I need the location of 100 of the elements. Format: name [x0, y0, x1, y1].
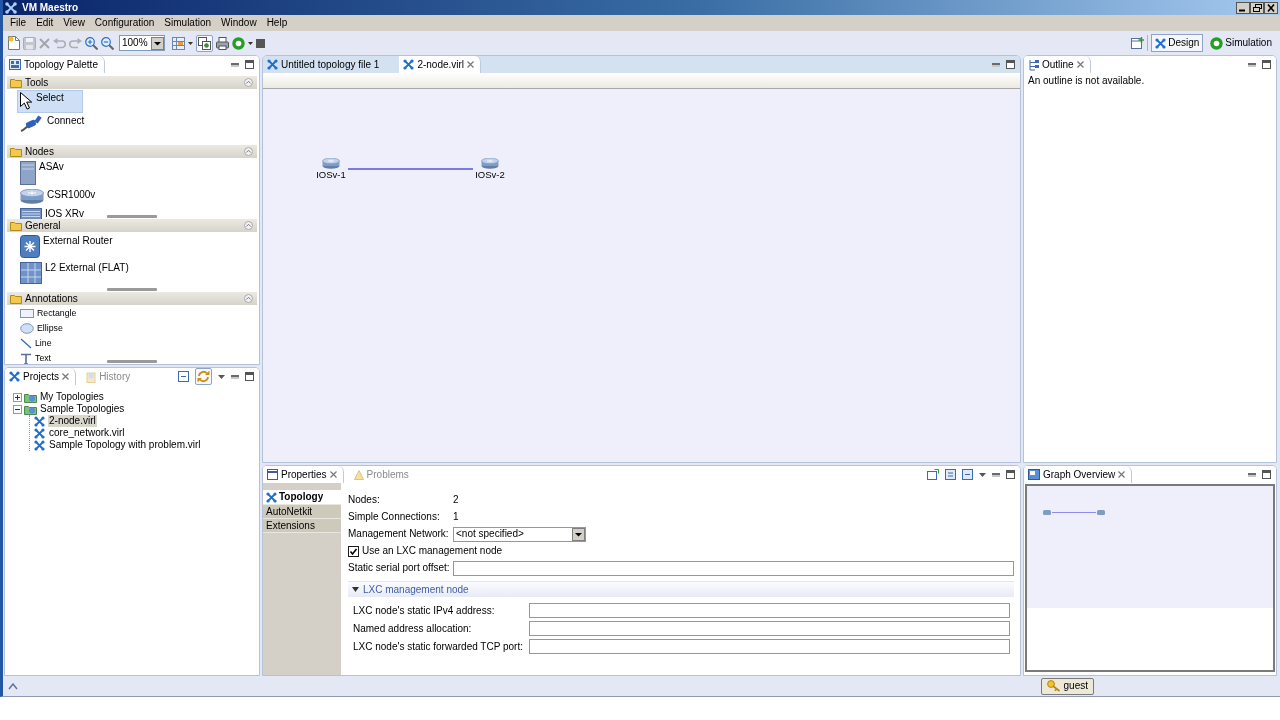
router-icon[interactable]: [481, 158, 499, 169]
network-icon: [1155, 37, 1167, 49]
palette-item[interactable]: Connect: [17, 113, 104, 134]
palette-item[interactable]: Line: [17, 336, 59, 351]
fast-view-icon[interactable]: [8, 682, 18, 690]
menu-item[interactable]: File: [5, 17, 32, 29]
section-tab[interactable]: Topology: [263, 490, 341, 505]
chevron-icon[interactable]: [244, 221, 253, 230]
zoom-out-icon[interactable]: [101, 36, 114, 50]
new-file-icon[interactable]: [8, 36, 20, 50]
drawer-header[interactable]: Tools: [7, 76, 257, 89]
maximize-icon[interactable]: [1006, 470, 1015, 479]
drawer-title: Annotations: [25, 292, 79, 305]
checkbox[interactable]: [348, 545, 359, 557]
palette-item[interactable]: ASAv: [17, 159, 83, 187]
node-label: IOSv-1: [316, 170, 346, 180]
view-menu-icon[interactable]: [218, 374, 225, 379]
text-field[interactable]: [528, 639, 1010, 654]
menu-item[interactable]: Simulation: [159, 17, 217, 29]
caret-icon[interactable]: [248, 41, 253, 45]
caret-icon[interactable]: [188, 41, 193, 45]
drawer-title: General: [25, 219, 62, 232]
maximize-icon[interactable]: [245, 372, 254, 381]
network-icon: [34, 427, 45, 439]
palette-item[interactable]: Rectangle: [17, 306, 84, 321]
drawer-header[interactable]: Annotations: [7, 292, 257, 305]
menu-item[interactable]: Configuration: [89, 17, 160, 29]
drawer-header[interactable]: General: [7, 219, 257, 232]
close-icon[interactable]: [1264, 1, 1278, 14]
stop-icon[interactable]: [256, 38, 265, 48]
zoom-select[interactable]: 100%: [119, 35, 165, 51]
maximize-icon[interactable]: [1262, 60, 1271, 69]
expand-all-icon[interactable]: [945, 469, 956, 480]
palette-item[interactable]: Text: [17, 351, 59, 364]
scrollbar-thumb[interactable]: [107, 360, 157, 363]
menu-item[interactable]: View: [58, 17, 90, 29]
view-menu-icon[interactable]: [979, 472, 986, 477]
tree-item[interactable]: My Topologies: [39, 391, 105, 403]
menu-item[interactable]: Edit: [31, 17, 59, 29]
maximize-icon[interactable]: [1006, 60, 1015, 69]
plus-icon[interactable]: [13, 392, 22, 402]
tree-item[interactable]: 2-node.virl: [48, 415, 97, 427]
sync-icon[interactable]: [195, 368, 212, 385]
printer-icon[interactable]: [216, 36, 229, 50]
palette-item[interactable]: L2 External (FLAT): [17, 260, 148, 286]
collapse-all-icon[interactable]: [178, 371, 189, 382]
user-button[interactable]: guest: [1040, 677, 1094, 695]
chevron-icon[interactable]: [244, 294, 253, 303]
minimize-icon[interactable]: [1236, 1, 1250, 14]
minus-icon[interactable]: [13, 404, 22, 414]
router-icon: [1043, 510, 1051, 515]
section-tab[interactable]: Extensions: [263, 519, 341, 533]
palette-item[interactable]: External Router: [17, 233, 132, 260]
triangle-icon[interactable]: [352, 587, 359, 592]
line-icon: [20, 338, 32, 349]
maximize-icon[interactable]: [245, 60, 254, 69]
restore-icon[interactable]: [1250, 1, 1264, 14]
drawer-header[interactable]: Nodes: [7, 145, 257, 158]
scrollbar-thumb[interactable]: [107, 215, 157, 218]
folder-icon: [10, 220, 22, 231]
text-field[interactable]: [528, 621, 1010, 636]
view-tab[interactable]: Untitled topology file 1: [263, 56, 394, 73]
maximize-icon[interactable]: [1262, 470, 1271, 479]
dropdown-field[interactable]: <not specified>: [453, 526, 586, 542]
perspective-button[interactable]: Simulation: [1206, 34, 1276, 52]
view-tab[interactable]: Problems: [349, 466, 415, 483]
drawer-title: Nodes: [25, 145, 55, 158]
view-tab[interactable]: Projects: [5, 368, 77, 385]
menu-item[interactable]: Help: [261, 17, 293, 29]
field-label: LXC node's static forwarded TCP port:: [353, 640, 523, 653]
menu-item[interactable]: Window: [216, 17, 262, 29]
palette-item[interactable]: CSR1000v: [17, 187, 115, 206]
chevron-icon[interactable]: [244, 147, 253, 156]
section-tab[interactable]: AutoNetkit: [263, 505, 341, 519]
window-plus-icon[interactable]: [1131, 37, 1145, 49]
palette-item[interactable]: IOS XRv: [17, 206, 103, 219]
network-icon: [9, 371, 20, 382]
view-tab[interactable]: Graph Overview: [1024, 466, 1133, 483]
view-tab[interactable]: Outline: [1024, 56, 1091, 73]
text-field[interactable]: [528, 603, 1010, 618]
warning-icon: [353, 469, 364, 480]
chevron-icon[interactable]: [244, 78, 253, 87]
zoom-in-icon[interactable]: [85, 36, 98, 50]
section-header[interactable]: LXC management node: [348, 581, 1014, 597]
perspective-button[interactable]: Design: [1151, 34, 1204, 52]
layers-icon[interactable]: [196, 34, 213, 52]
view-tab[interactable]: 2-node.virl: [399, 56, 482, 73]
palette-item[interactable]: Select: [17, 90, 83, 113]
scrollbar-thumb[interactable]: [107, 288, 157, 291]
palette-item[interactable]: Ellipse: [17, 321, 70, 336]
tree-item[interactable]: Sample Topology with problem.virl: [48, 439, 202, 451]
view-tab[interactable]: Properties: [263, 466, 344, 483]
view-tab[interactable]: History: [82, 368, 137, 385]
view-tab[interactable]: Topology Palette: [5, 56, 105, 73]
ellipse-icon: [20, 323, 34, 334]
tree-item[interactable]: Sample Topologies: [39, 403, 126, 415]
tree-item[interactable]: core_network.virl: [48, 427, 126, 439]
text-field[interactable]: [453, 560, 1014, 576]
collapse-all-icon[interactable]: [962, 469, 973, 480]
router-icon[interactable]: [322, 158, 340, 169]
